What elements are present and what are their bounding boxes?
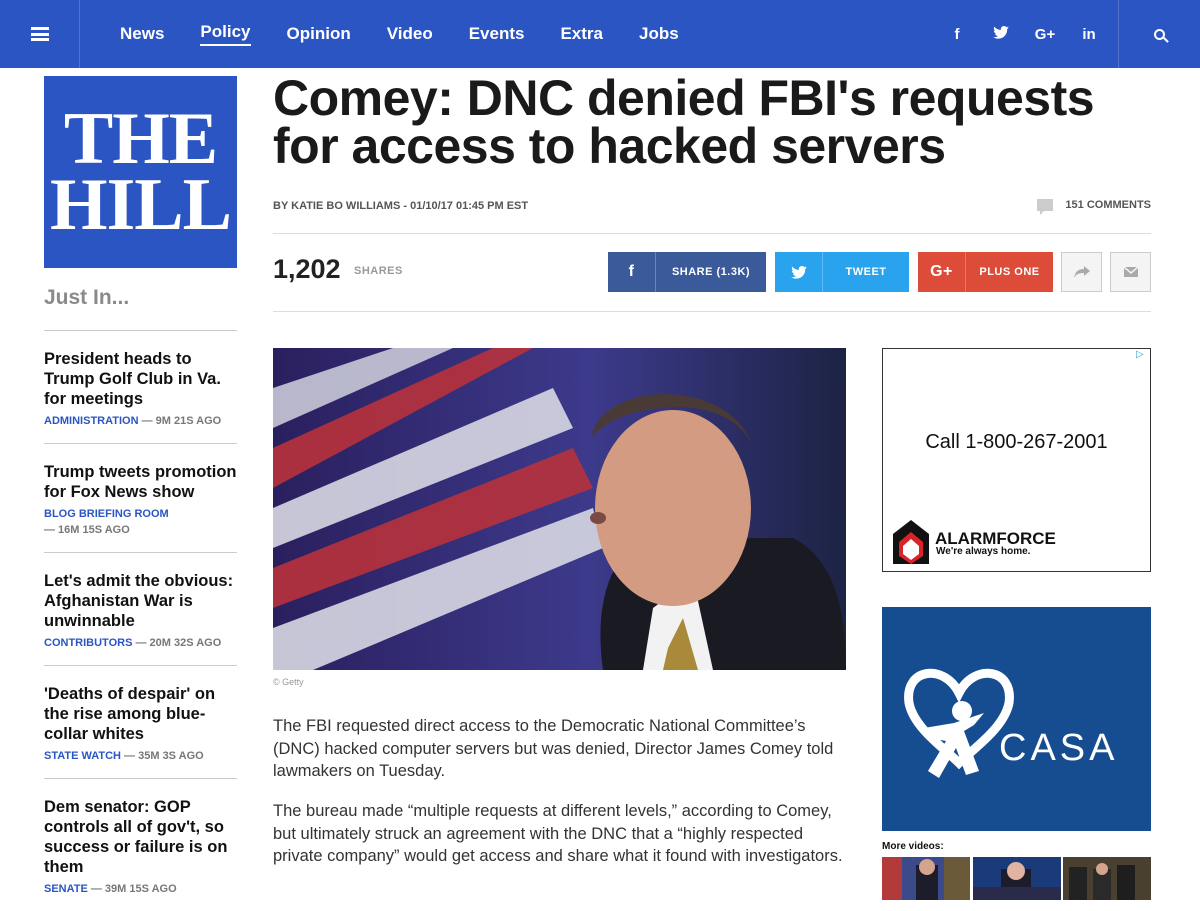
divider: [273, 311, 1151, 312]
article-hero-image[interactable]: [273, 348, 846, 670]
list-item-meta: BLOG BRIEFING ROOM — 16M 15S AGO: [44, 506, 237, 538]
nav-jobs[interactable]: Jobs: [639, 24, 679, 44]
hamburger-icon: [30, 27, 49, 41]
main-nav: News Policy Opinion Video Events Extra J…: [120, 0, 715, 68]
facebook-icon[interactable]: f: [935, 26, 979, 43]
share-more-button[interactable]: [1061, 252, 1102, 292]
shares-label: SHARES: [354, 265, 403, 277]
list-item[interactable]: President heads to Trump Golf Club in Va…: [44, 330, 237, 443]
top-navigation-bar: News Policy Opinion Video Events Extra J…: [0, 0, 1200, 68]
just-in-list: President heads to Trump Golf Club in Va…: [44, 330, 237, 911]
list-item[interactable]: Let's admit the obvious: Afghanistan War…: [44, 552, 237, 665]
list-item-category[interactable]: SENATE: [44, 883, 88, 895]
list-item-headline[interactable]: Let's admit the obvious: Afghanistan War…: [44, 571, 237, 631]
video-thumbnail[interactable]: [882, 857, 970, 900]
list-item-headline[interactable]: Dem senator: GOP controls all of gov't, …: [44, 797, 237, 877]
more-videos-heading: More videos:: [882, 841, 944, 852]
article-byline[interactable]: BY KATIE BO WILLIAMS - 01/10/17 01:45 PM…: [273, 200, 528, 212]
just-in-heading: Just In...: [44, 286, 130, 309]
email-icon: [1123, 267, 1138, 277]
list-item-time: — 9M 21S AGO: [138, 415, 222, 427]
twitter-share-label: TWEET: [845, 266, 887, 278]
list-item-headline[interactable]: 'Deaths of despair' on the rise among bl…: [44, 684, 237, 744]
nav-events[interactable]: Events: [469, 24, 525, 44]
search-icon: [1154, 28, 1165, 40]
twitter-icon: [775, 252, 823, 292]
social-links: f G+ in: [935, 0, 1111, 68]
comment-icon: [1037, 199, 1054, 215]
logo-line-2: HILL: [49, 164, 232, 246]
alarmforce-logo-icon: [893, 520, 929, 564]
adchoices-icon[interactable]: ▷: [1136, 349, 1148, 361]
advertisement-alarmforce[interactable]: ▷ Call 1-800-267-2001 ALARMFORCE We're a…: [882, 348, 1151, 572]
list-item-meta: ADMINISTRATION — 9M 21S AGO: [44, 413, 237, 429]
list-item[interactable]: Trump tweets promotion for Fox News show…: [44, 443, 237, 552]
google-plus-share-button[interactable]: G+ PLUS ONE: [918, 252, 1053, 292]
list-item-category[interactable]: ADMINISTRATION: [44, 415, 139, 427]
google-plus-icon[interactable]: G+: [1023, 26, 1067, 43]
google-plus-icon: G+: [918, 252, 966, 292]
list-item-meta: SENATE — 39M 15S AGO: [44, 881, 237, 897]
email-share-button[interactable]: [1110, 252, 1151, 292]
nav-video[interactable]: Video: [387, 24, 433, 44]
google-plus-share-label: PLUS ONE: [979, 266, 1040, 278]
video-thumbnail[interactable]: [1063, 857, 1151, 900]
ad-phone-number: Call 1-800-267-2001: [925, 431, 1108, 453]
ad-brand: CASA: [999, 727, 1119, 769]
image-credit: © Getty: [273, 677, 304, 687]
advertisement-casa[interactable]: CASA: [882, 607, 1151, 831]
the-hill-logo[interactable]: THE HILL: [44, 76, 237, 268]
list-item-time: — 39M 15S AGO: [87, 883, 177, 895]
facebook-share-label: SHARE (1.3K): [671, 266, 751, 278]
nav-extra[interactable]: Extra: [560, 24, 603, 44]
share-arrow-icon: [1073, 266, 1090, 278]
list-item-category[interactable]: CONTRIBUTORS: [44, 637, 132, 649]
list-item[interactable]: Dem senator: GOP controls all of gov't, …: [44, 778, 237, 911]
list-item-time: — 35M 3S AGO: [121, 750, 204, 762]
comments-link[interactable]: 151 COMMENTS: [1037, 199, 1151, 215]
list-item-meta: CONTRIBUTORS — 20M 32S AGO: [44, 635, 237, 651]
nav-opinion[interactable]: Opinion: [287, 24, 351, 44]
list-item-time: — 16M 15S AGO: [44, 524, 130, 536]
article-paragraph: The FBI requested direct access to the D…: [273, 717, 834, 780]
shares-count: 1,202: [273, 254, 341, 284]
list-item-time: — 20M 32S AGO: [132, 637, 222, 649]
linkedin-icon[interactable]: in: [1067, 26, 1111, 43]
list-item-headline[interactable]: Trump tweets promotion for Fox News show: [44, 462, 237, 502]
article-title: Comey: DNC denied FBI's requests for acc…: [273, 70, 1095, 174]
menu-button[interactable]: [0, 0, 80, 68]
list-item-headline[interactable]: President heads to Trump Golf Club in Va…: [44, 349, 237, 409]
comments-count: 151 COMMENTS: [1065, 199, 1151, 211]
logo-line-1: THE: [63, 98, 218, 180]
article-paragraph: The bureau made “multiple requests at di…: [273, 802, 843, 865]
facebook-share-button[interactable]: f SHARE (1.3K): [608, 252, 766, 292]
list-item-meta: STATE WATCH — 35M 3S AGO: [44, 748, 237, 764]
divider: [273, 233, 1151, 234]
list-item-category[interactable]: BLOG BRIEFING ROOM: [44, 508, 169, 520]
casa-heart-logo-icon: [904, 668, 1014, 778]
video-thumbnail[interactable]: [973, 857, 1061, 900]
list-item[interactable]: 'Deaths of despair' on the rise among bl…: [44, 665, 237, 778]
nav-policy[interactable]: Policy: [200, 22, 251, 46]
search-button[interactable]: [1118, 0, 1200, 68]
twitter-share-button[interactable]: TWEET: [775, 252, 909, 292]
nav-news[interactable]: News: [120, 24, 164, 44]
list-item-category[interactable]: STATE WATCH: [44, 750, 121, 762]
twitter-icon[interactable]: [979, 25, 1023, 43]
facebook-icon: f: [608, 252, 656, 292]
ad-tagline: We're always home.: [936, 546, 1031, 557]
